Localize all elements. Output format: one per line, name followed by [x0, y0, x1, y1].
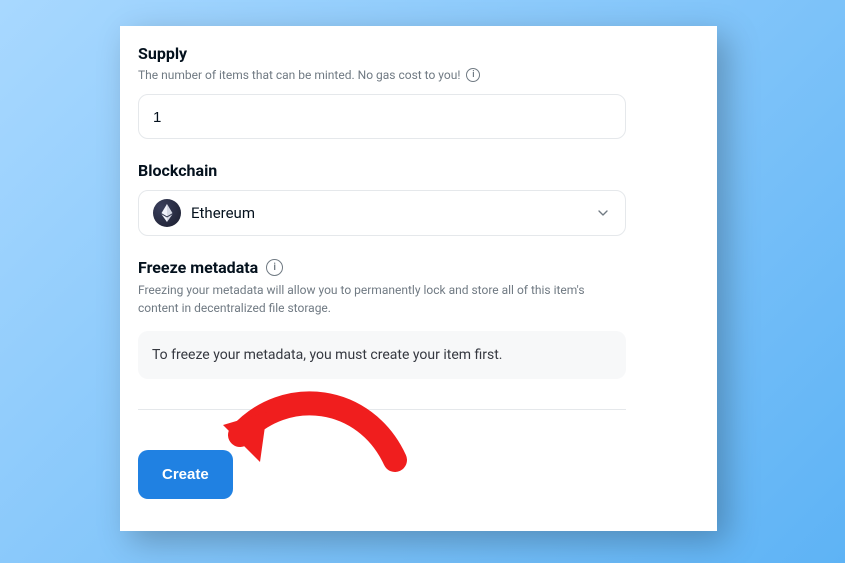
freeze-label: Freeze metadata i [138, 258, 699, 277]
blockchain-section: Blockchain Ethereum [138, 161, 699, 236]
supply-input-wrap [138, 94, 626, 139]
blockchain-label: Blockchain [138, 161, 699, 180]
chevron-down-icon [595, 205, 611, 221]
info-icon[interactable]: i [466, 68, 480, 82]
blockchain-select[interactable]: Ethereum [138, 190, 626, 236]
supply-label: Supply [138, 44, 699, 63]
freeze-description: Freezing your metadata will allow you to… [138, 281, 626, 317]
supply-subtext: The number of items that can be minted. … [138, 67, 699, 84]
ethereum-icon [153, 199, 181, 227]
blockchain-selected-text: Ethereum [191, 204, 255, 222]
freeze-section: Freeze metadata i Freezing your metadata… [138, 258, 699, 379]
divider [138, 409, 626, 410]
create-button[interactable]: Create [138, 450, 233, 499]
info-icon[interactable]: i [266, 259, 283, 276]
form-panel: Supply The number of items that can be m… [120, 26, 717, 531]
supply-input[interactable] [153, 109, 611, 126]
freeze-notice: To freeze your metadata, you must create… [138, 331, 626, 379]
supply-section: Supply The number of items that can be m… [138, 44, 699, 139]
